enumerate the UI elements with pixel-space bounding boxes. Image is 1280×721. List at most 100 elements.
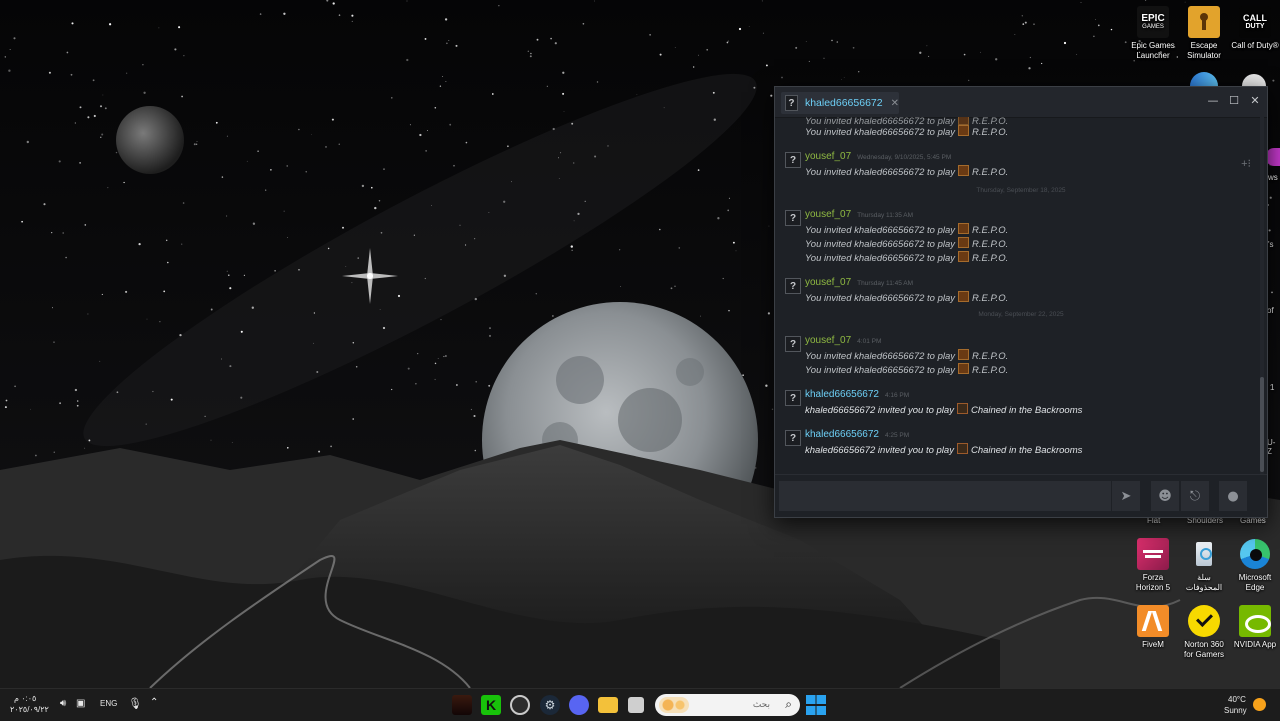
close-window-icon[interactable]: ✕ xyxy=(1247,93,1263,109)
search-box[interactable]: بحث ⌕ xyxy=(655,694,800,716)
message-line: You invited khaled66656672 to play R.E.P.… xyxy=(805,125,1009,138)
desktop-icon-label: Call of Duty® xyxy=(1231,41,1279,50)
windows-start-icon[interactable] xyxy=(806,695,826,715)
chat-history[interactable]: You invited khaled66656672 to play R.E.P.… xyxy=(775,117,1267,475)
sender-avatar[interactable]: ? xyxy=(785,152,801,168)
send-button[interactable]: ➤ xyxy=(1112,481,1140,511)
chat-tab[interactable]: ? khaled66656672 ✕ xyxy=(781,92,899,114)
timestamp: Thursday 11:35 AM xyxy=(857,212,914,219)
sender-avatar[interactable]: ? xyxy=(785,390,801,406)
attach-button[interactable]: ⎋ xyxy=(1181,481,1209,511)
scrollbar-thumb[interactable] xyxy=(1260,377,1264,472)
partial-label: ws xyxy=(1268,173,1278,182)
desktop-icon-label: FiveM xyxy=(1142,640,1164,649)
show-hidden-icons-icon[interactable]: ⌃ xyxy=(150,697,158,708)
app-partial-icon[interactable] xyxy=(1266,148,1280,166)
game-icon xyxy=(956,443,968,454)
game-icon xyxy=(958,291,970,302)
sun-icon[interactable] xyxy=(1253,698,1266,711)
clock-date[interactable]: ٢٠٢٥/٠٩/٢٢ xyxy=(10,705,49,714)
game-icon xyxy=(958,349,970,360)
timestamp: Wednesday, 9/10/2025, 5:45 PM xyxy=(857,154,952,161)
edge-icon xyxy=(1239,538,1271,570)
message-line: You invited khaled66656672 to play R.E.P.… xyxy=(805,363,1009,376)
game-icon xyxy=(958,125,970,136)
sender-avatar[interactable]: ? xyxy=(785,210,801,226)
language-indicator[interactable]: ENG xyxy=(100,699,117,708)
nvidia-icon xyxy=(1239,605,1271,637)
call-of-duty-icon: CALL DUTY xyxy=(1239,6,1271,38)
sender-avatar[interactable]: ? xyxy=(785,278,801,294)
message-line: khaled66656672 invited you to play Chaine… xyxy=(805,443,1083,456)
sender-name[interactable]: yousef_07 xyxy=(805,277,851,288)
forza-horizon-icon xyxy=(1137,538,1169,570)
weather-temperature[interactable]: 40°C xyxy=(1228,695,1246,704)
microphone-tray-icon[interactable]: 🎙︎ xyxy=(128,697,142,710)
network-icon[interactable]: ▣ xyxy=(76,698,85,709)
timestamp: Thursday 11:45 AM xyxy=(857,280,914,287)
sender-avatar[interactable]: ? xyxy=(785,430,801,446)
message-line: You invited khaled66656672 to play R.E.P.… xyxy=(805,251,1009,264)
minimize-icon[interactable]: — xyxy=(1205,93,1221,109)
partial-label: 's xyxy=(1268,240,1274,249)
sender-name[interactable]: yousef_07 xyxy=(805,209,851,220)
chat-titlebar[interactable]: ? khaled66656672 ✕ — ☐ ✕ xyxy=(775,87,1267,118)
steam-icon[interactable]: ⚙ xyxy=(540,695,560,715)
desktop-icon-label: سلة المحذوفات xyxy=(1185,573,1223,592)
maximize-icon[interactable]: ☐ xyxy=(1226,93,1242,109)
clock-time[interactable]: ٠:٠٥ م xyxy=(14,694,36,703)
game-taskbar-icon[interactable] xyxy=(452,695,472,715)
timestamp: 4:01 PM xyxy=(857,338,882,345)
file-explorer-icon[interactable] xyxy=(598,697,618,713)
desktop-icon-forza-horizon[interactable]: Forza Horizon 5 xyxy=(1128,538,1178,593)
desktop-icon-microsoft-edge[interactable]: Microsoft Edge xyxy=(1230,538,1280,593)
chat-input[interactable] xyxy=(779,481,1111,511)
sender-name[interactable]: yousef_07 xyxy=(805,151,851,162)
escape-simulator-icon xyxy=(1188,6,1220,38)
desktop-icon-fivem[interactable]: FiveM xyxy=(1128,605,1178,650)
volume-icon[interactable]: 🔊︎ xyxy=(60,698,66,709)
desktop-icon-norton[interactable]: Norton 360 for Gamers xyxy=(1179,605,1229,660)
discord-icon[interactable] xyxy=(569,695,589,715)
date-separator: Thursday, September 18, 2025 xyxy=(976,187,1066,194)
partial-label: U-Z xyxy=(1267,438,1276,456)
timestamp: 4:25 PM xyxy=(884,432,910,439)
paperclip-icon: ⎋ xyxy=(1189,488,1201,504)
message-line: You invited khaled66656672 to play R.E.P.… xyxy=(805,237,1009,250)
game-icon xyxy=(956,403,968,414)
desktop-icon-label: Forza Horizon 5 xyxy=(1135,573,1171,592)
desktop-icon-epic-games[interactable]: EPIC GAMES Epic Games Launcher xyxy=(1128,6,1178,61)
desktop-icon-label: Escape Simulator xyxy=(1187,41,1221,60)
chrome-like-icon[interactable] xyxy=(510,695,530,715)
sender-name[interactable]: khaled66656672 xyxy=(805,429,879,440)
emoticon-button[interactable]: ☻ xyxy=(1151,481,1179,511)
kick-icon[interactable]: K xyxy=(481,695,501,715)
sender-name[interactable]: yousef_07 xyxy=(805,335,851,346)
sender-name[interactable]: khaled66656672 xyxy=(805,389,879,400)
desktop-icon-recycle-bin[interactable]: سلة المحذوفات xyxy=(1179,538,1229,593)
search-icon: ⌕ xyxy=(785,697,792,711)
search-placeholder: بحث xyxy=(752,699,770,709)
message-line: You invited khaled66656672 to play R.E.P.… xyxy=(805,349,1009,362)
weather-description[interactable]: Sunny xyxy=(1224,706,1247,715)
task-view-icon[interactable] xyxy=(628,697,644,713)
game-icon xyxy=(958,165,970,176)
game-icon xyxy=(958,237,970,248)
close-tab-icon[interactable]: ✕ xyxy=(891,98,899,109)
sender-avatar[interactable]: ? xyxy=(785,336,801,352)
search-highlight-icon xyxy=(659,697,689,713)
taskbar: ٠:٠٥ م ٢٠٢٥/٠٩/٢٢ 🔊︎ ▣ ENG 🎙︎ ⌃ K ⚙ بحث … xyxy=(0,688,1280,721)
message-line: You invited khaled66656672 to play R.E.P.… xyxy=(805,165,1009,178)
game-icon xyxy=(958,117,970,125)
add-friend-icon[interactable]: +⁝ xyxy=(1241,157,1251,170)
recycle-bin-icon xyxy=(1188,538,1220,570)
desktop-icon-nvidia[interactable]: NVIDIA App xyxy=(1230,605,1280,650)
epic-games-icon: EPIC GAMES xyxy=(1137,6,1169,38)
message-line: You invited khaled66656672 to play R.E.P.… xyxy=(805,291,1009,304)
desktop-icon-call-of-duty[interactable]: CALL DUTY Call of Duty® xyxy=(1230,6,1280,51)
desktop-icon-escape-simulator[interactable]: Escape Simulator xyxy=(1179,6,1229,61)
steam-chat-window[interactable]: ? khaled66656672 ✕ — ☐ ✕ You invited kha… xyxy=(774,86,1268,518)
message-line: khaled66656672 invited you to play Chaine… xyxy=(805,403,1083,416)
emoticon-icon: ☻ xyxy=(1158,488,1172,504)
voice-button[interactable]: ● xyxy=(1219,481,1247,511)
